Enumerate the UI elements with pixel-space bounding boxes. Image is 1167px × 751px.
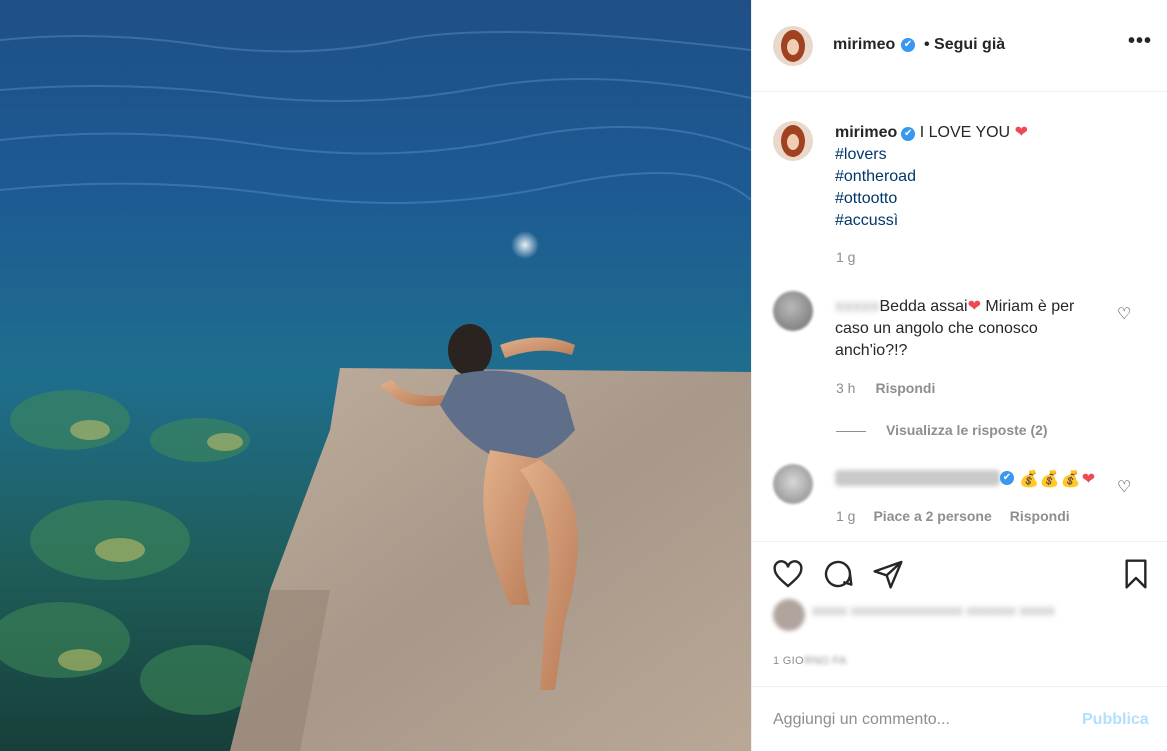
comment-emojis: 💰💰💰❤ [1019,471,1097,488]
liker-avatar[interactable] [773,599,805,631]
reply-button[interactable]: Rispondi [875,380,935,396]
heart-emoji: ❤ [967,298,981,315]
add-comment-bar: Aggiungi un commento... Pubblica [752,686,1167,751]
hashtag-ontheroad[interactable]: #ontheroad [835,166,1135,188]
comment-time[interactable]: 3 h [836,380,855,396]
caption-body: I LOVE YOU [919,124,1011,141]
post-date[interactable]: 1 GIORNO FA [773,655,847,667]
reply-button[interactable]: Rispondi [1010,508,1070,524]
divider [836,430,866,432]
bookmark-icon[interactable] [1120,558,1152,590]
commenter-avatar[interactable] [773,291,813,331]
author-username[interactable]: mirimeo [833,36,895,54]
beach-photo [0,0,751,751]
hashtag-lovers[interactable]: #lovers [835,144,1135,166]
author-avatar[interactable] [773,26,813,66]
post-photo[interactable] [0,0,751,751]
post-actions [752,541,1167,605]
caption-avatar[interactable] [773,121,813,161]
comment-likes[interactable]: Piace a 2 persone [873,508,991,524]
comment-bubble-icon[interactable] [822,558,854,590]
commenter-username-blurred[interactable] [835,470,1000,486]
verified-badge-icon: ✔ [1000,471,1014,485]
more-options-icon[interactable]: ••• [1128,30,1152,53]
caption-username[interactable]: mirimeo [835,124,897,141]
comment-like-heart-icon[interactable]: ♡ [1117,304,1131,324]
post-panel: mirimeo ✔ • Segui già ••• mirimeo ✔ I LOV… [751,0,1167,751]
comment-meta: 1 g Piace a 2 persone Rispondi [836,508,1088,524]
caption-time[interactable]: 1 g [836,249,855,265]
follow-status[interactable]: • Segui già [924,36,1005,54]
hashtag-accussi[interactable]: #accussì [835,210,1135,232]
commenter-avatar[interactable] [773,464,813,504]
verified-badge-icon: ✔ [901,127,916,141]
post-header: mirimeo ✔ • Segui già ••• [752,0,1167,92]
caption-text: mirimeo ✔ I LOVE YOU ❤ #lovers #ontheroad… [835,122,1135,232]
hashtag-ottootto[interactable]: #ottootto [835,188,1135,210]
view-replies-button[interactable]: Visualizza le risposte (2) [836,422,1048,438]
verified-badge-icon: ✔ [901,38,915,52]
heart-emoji: ❤ [1014,124,1028,141]
comment-meta: 3 h Rispondi [836,380,935,396]
share-send-icon[interactable] [872,558,904,590]
commenter-username[interactable]: xxxxx [835,296,880,318]
comment-like-heart-icon[interactable]: ♡ [1117,477,1131,497]
comment-text: xxxxxBedda assai❤ Miriam è per caso un a… [835,296,1075,359]
comment-input[interactable]: Aggiungi un commento... [773,711,950,729]
publish-button[interactable]: Pubblica [1082,711,1149,729]
comment-time[interactable]: 1 g [836,508,855,524]
likes-summary-blurred[interactable]: xxxxx xxxxxxxxxxxxxxxx xxxxxxx xxxxx [812,600,1112,620]
like-heart-icon[interactable] [772,558,804,590]
